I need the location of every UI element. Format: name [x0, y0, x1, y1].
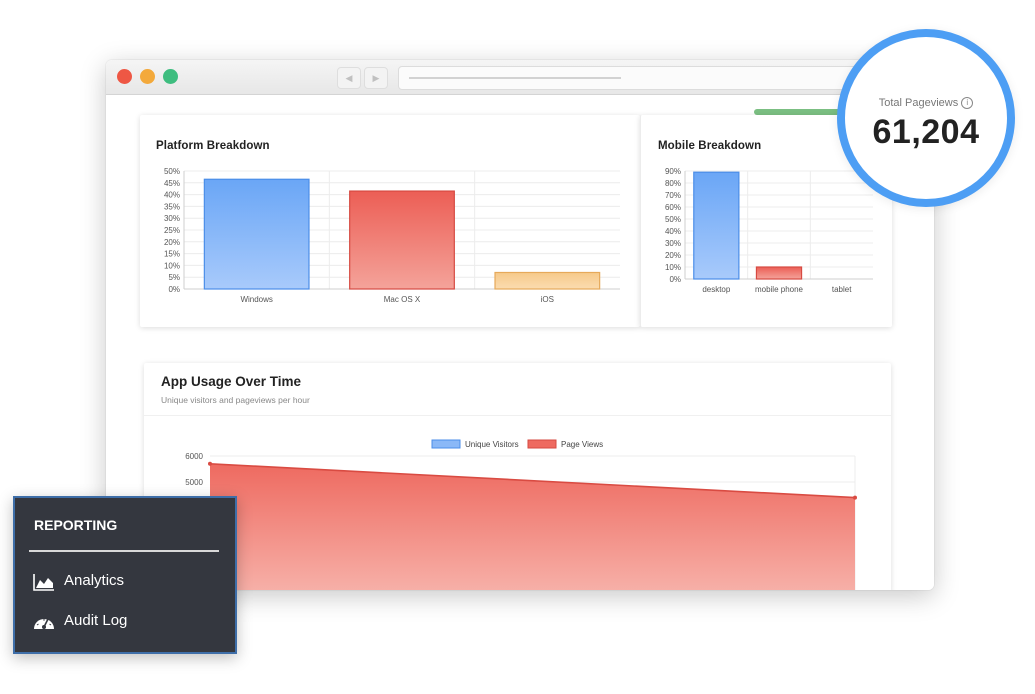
legend-swatch-page-views [527, 439, 557, 449]
y-tick-label: 15% [164, 250, 180, 259]
y-tick-label: 45% [164, 179, 180, 188]
mobile-card-title: Mobile Breakdown [658, 140, 762, 152]
x-tick-label: tablet [832, 285, 852, 294]
y-tick-label: 5000 [185, 478, 203, 487]
y-tick-label: 30% [665, 239, 681, 248]
platform-card-title: Platform Breakdown [156, 140, 270, 152]
legend-label-unique-visitors: Unique Visitors [465, 440, 519, 449]
bar [203, 178, 310, 290]
total-pageviews-value: 61,204 [872, 113, 980, 151]
mobile-bar-chart: 0% 10% 20% 30% 40% 50% 60% 70% 80% 90% desktop mobi… [665, 167, 873, 294]
area-chart-icon [33, 574, 54, 591]
y-tick-label: 60% [665, 203, 681, 212]
x-tick-label: Windows [240, 295, 272, 304]
y-tick-label: 10% [164, 261, 180, 270]
app-usage-card: App Usage Over Time Unique visitors and … [144, 363, 891, 590]
sidebar-item-audit-log[interactable]: Audit Log [33, 610, 213, 634]
y-tick-label: 10% [665, 263, 681, 272]
total-pageviews-label-text: Total Pageviews [878, 97, 959, 109]
data-point [208, 461, 212, 466]
sidebar-item-analytics[interactable]: Analytics [33, 570, 213, 594]
minimize-window-button[interactable] [140, 69, 155, 84]
usage-card-title: App Usage Over Time [161, 374, 302, 389]
window-titlebar: ◀ ▶ [106, 60, 934, 95]
y-tick-label: 6000 [185, 452, 203, 461]
y-tick-label: 80% [665, 179, 681, 188]
bar [693, 171, 740, 280]
y-tick-label: 20% [665, 251, 681, 260]
bar [494, 271, 601, 290]
info-icon[interactable]: i [961, 97, 974, 110]
y-tick-label: 50% [665, 215, 681, 224]
usage-area-chart: Unique Visitors Page Views 5000 6000 [185, 439, 857, 590]
usage-card-subtitle: Unique visitors and pageviews per hour [161, 395, 310, 405]
bar [755, 266, 803, 280]
sidebar-item-audit-log-label: Audit Log [64, 612, 128, 629]
x-tick-label: Mac OS X [384, 295, 421, 304]
y-tick-label: 40% [164, 191, 180, 200]
area-page-views [210, 463, 855, 590]
y-tick-label: 90% [665, 167, 681, 176]
total-pageviews-label: Total Pageviews i [845, 97, 1007, 110]
legend-swatch-unique-visitors [431, 439, 461, 449]
sidebar-heading: REPORTING [34, 517, 118, 533]
x-tick-label: mobile phone [755, 285, 804, 294]
y-tick-label: 0% [669, 275, 681, 284]
y-tick-label: 30% [164, 214, 180, 223]
maximize-window-button[interactable] [163, 69, 178, 84]
y-tick-label: 25% [164, 226, 180, 235]
data-point [853, 495, 857, 500]
y-tick-label: 50% [164, 167, 180, 176]
platform-bar-chart: 0% 5% 10% 15% 20% 25% 30% 35% 40% 45% 50% Windows Ma… [164, 167, 620, 304]
sidebar-divider [29, 550, 219, 552]
y-tick-label: 70% [665, 191, 681, 200]
address-placeholder-line [409, 77, 621, 79]
platform-breakdown-card: Platform Breakdown 0% 5% 10% 15% 20% 25% 30% 35… [140, 115, 640, 327]
dashboard-gauge-icon [34, 618, 54, 629]
y-tick-label: 5% [168, 273, 180, 282]
reporting-sidebar: REPORTING Analytics Audit Log [13, 496, 237, 654]
back-arrow-icon[interactable]: ◀ [337, 67, 361, 89]
close-window-button[interactable] [117, 69, 132, 84]
total-pageviews-widget: Total Pageviews i 61,204 [837, 29, 1015, 207]
legend-label-page-views: Page Views [561, 440, 603, 449]
x-tick-label: iOS [541, 295, 554, 304]
y-tick-label: 40% [665, 227, 681, 236]
bar [349, 190, 455, 290]
y-tick-label: 20% [164, 238, 180, 247]
y-tick-label: 35% [164, 202, 180, 211]
usage-card-divider [144, 415, 891, 416]
x-tick-label: desktop [702, 285, 731, 294]
y-tick-label: 0% [168, 285, 180, 294]
sidebar-item-analytics-label: Analytics [64, 572, 125, 589]
forward-arrow-icon[interactable]: ▶ [364, 67, 388, 89]
